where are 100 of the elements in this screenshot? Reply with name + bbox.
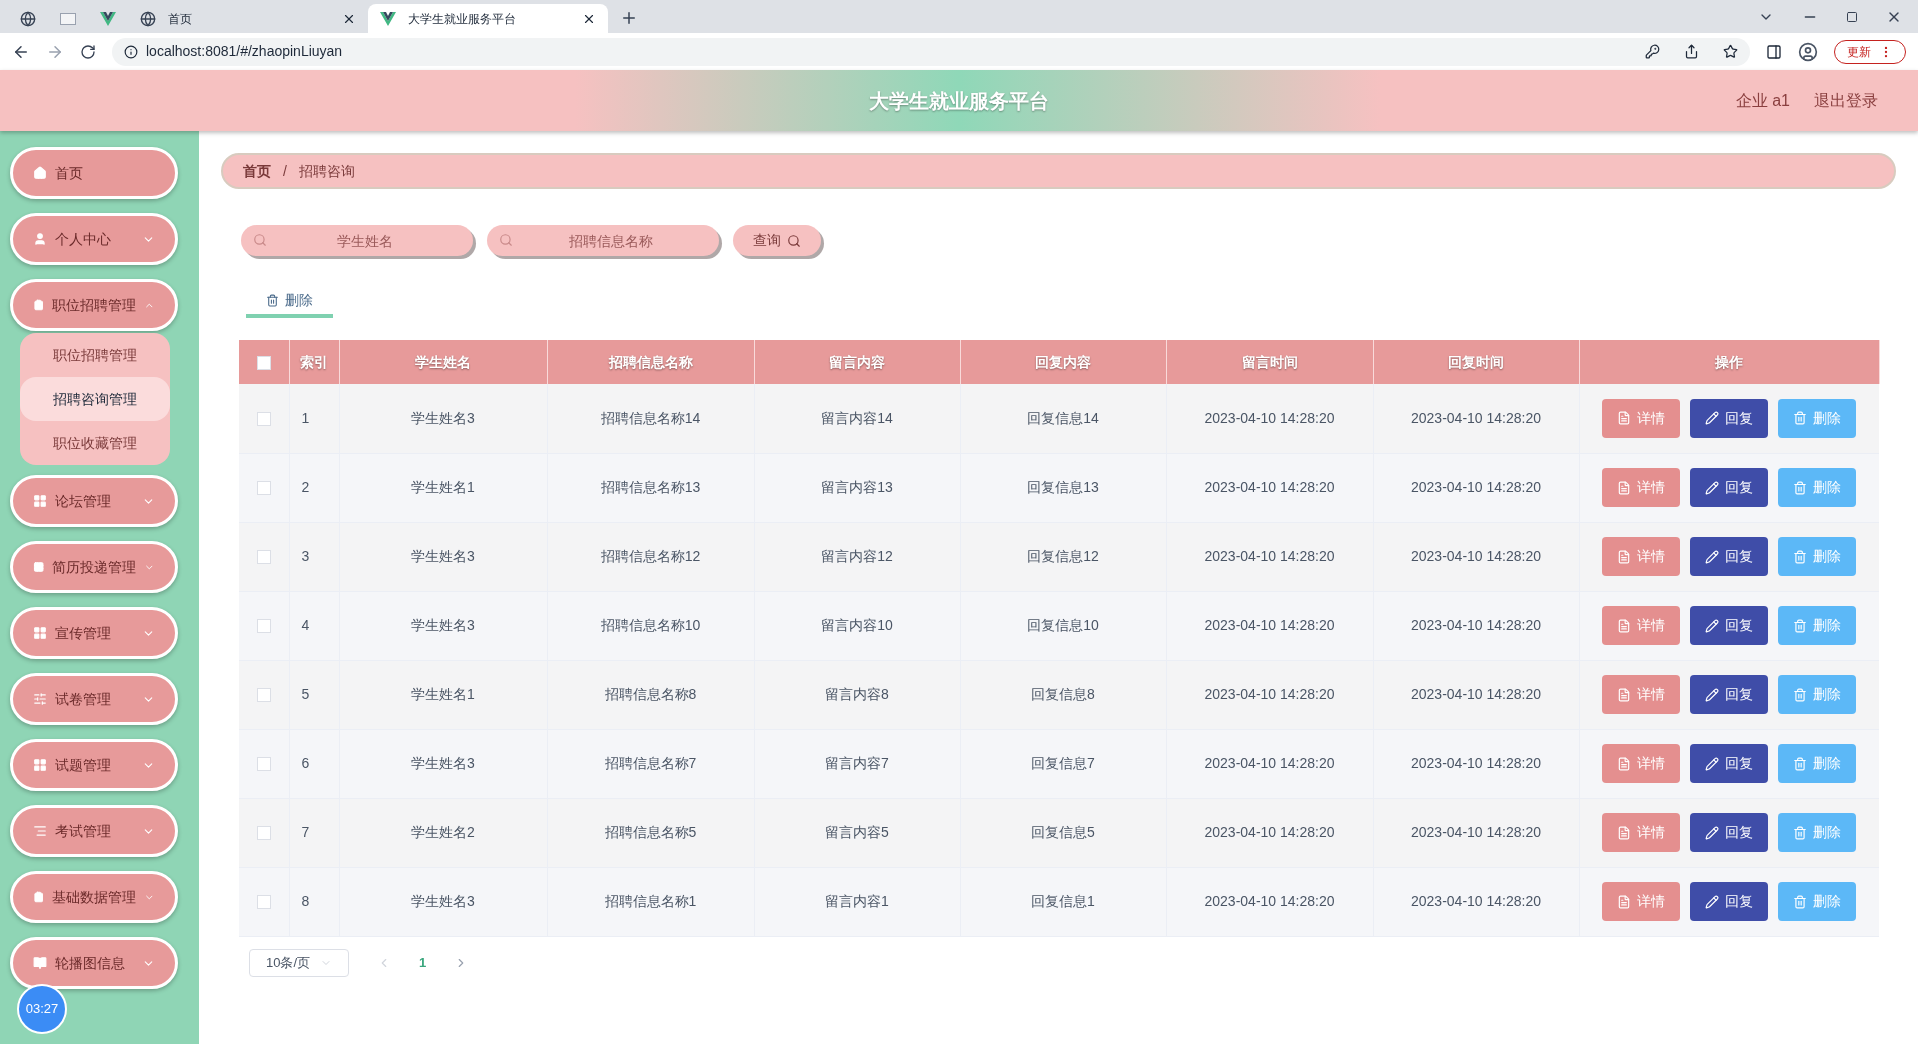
reply-button[interactable]: 回复	[1690, 606, 1769, 645]
table-cell: 留言内容13	[821, 479, 893, 495]
sidebar-item[interactable]: 首页	[10, 147, 178, 199]
submenu-item[interactable]: 职位招聘管理	[20, 333, 170, 377]
reply-button[interactable]: 回复	[1690, 468, 1769, 507]
share-icon[interactable]	[1684, 44, 1699, 59]
star-icon[interactable]	[1723, 44, 1738, 59]
sidebar-item[interactable]: 试卷管理	[10, 673, 178, 725]
breadcrumb-item[interactable]: 招聘咨询	[298, 160, 355, 182]
reload-icon[interactable]	[80, 43, 96, 60]
table-cell: 留言内容14	[821, 409, 893, 426]
row-checkbox[interactable]	[256, 619, 271, 634]
delete-tab-button[interactable]: 删除	[246, 286, 333, 318]
sidebar-item[interactable]: 考试管理	[10, 805, 178, 857]
trash-icon	[266, 293, 279, 307]
reply-button[interactable]: 回复	[1690, 882, 1769, 921]
query-button[interactable]: 查询	[733, 225, 821, 256]
table-cell: 2023-04-10 14:28:20	[1411, 479, 1541, 495]
breadcrumb-separator: /	[283, 161, 287, 181]
search-icon	[253, 233, 267, 247]
sidebar-item[interactable]: 论坛管理	[10, 475, 178, 527]
table-cell: 回复信息5	[1031, 824, 1095, 840]
sidebar-item[interactable]: 职位招聘管理	[10, 279, 178, 331]
search-icon	[499, 233, 513, 247]
row-checkbox[interactable]	[256, 481, 271, 496]
table-cell: 1	[301, 409, 310, 426]
table-cell: 回复信息13	[1027, 479, 1099, 495]
document-icon	[1617, 687, 1632, 702]
lines-icon	[33, 824, 47, 838]
address-bar[interactable]: localhost:8081/#/zhaopinLiuyan	[112, 37, 1750, 66]
table-cell: 2023-04-10 14:28:20	[1204, 409, 1335, 426]
restore-icon[interactable]	[1846, 11, 1858, 23]
table-cell: 2	[301, 479, 310, 495]
logout-link[interactable]: 退出登录	[1814, 88, 1878, 113]
column-header: 操作	[1715, 353, 1743, 370]
table-cell: 留言内容7	[825, 755, 889, 771]
sliders-icon	[33, 692, 47, 706]
home-icon	[33, 166, 47, 180]
pencil-icon	[1705, 618, 1720, 633]
row-checkbox[interactable]	[256, 895, 271, 910]
column-header: 留言时间	[1241, 353, 1298, 370]
search-field[interactable]: 学生姓名	[241, 225, 473, 256]
submenu-item[interactable]: 职位收藏管理	[20, 421, 170, 465]
page-icon	[60, 12, 76, 25]
reply-button[interactable]: 回复	[1690, 675, 1769, 714]
reply-button[interactable]: 回复	[1690, 813, 1769, 852]
trash-icon	[1793, 756, 1808, 771]
submenu-item[interactable]: 招聘咨询管理	[20, 377, 170, 421]
sidebar-item[interactable]: 轮播图信息	[10, 937, 178, 989]
column-header: 留言内容	[829, 353, 885, 370]
pencil-icon	[1705, 549, 1720, 564]
profile-icon[interactable]	[1798, 41, 1818, 62]
browser-tab[interactable]: 首页	[128, 4, 368, 33]
table-cell: 2023-04-10 14:28:20	[1204, 686, 1335, 702]
select-all-checkbox[interactable]	[256, 355, 271, 370]
row-checkbox[interactable]	[256, 550, 271, 565]
document-icon	[1617, 825, 1632, 840]
table-cell: 招聘信息名称13	[600, 479, 701, 495]
tab-title: 首页	[168, 10, 193, 28]
table-cell: 学生姓名3	[411, 755, 475, 771]
trash-icon	[1793, 411, 1808, 426]
reply-button[interactable]: 回复	[1690, 398, 1769, 438]
table-cell: 2023-04-10 14:28:20	[1411, 686, 1541, 702]
sidebar-item[interactable]: 基础数据管理	[10, 871, 178, 923]
table-cell: 学生姓名3	[411, 548, 475, 564]
row-checkbox[interactable]	[256, 688, 271, 703]
trash-icon	[1793, 825, 1808, 840]
key-icon[interactable]	[1645, 44, 1660, 59]
table-cell: 招聘信息名称10	[600, 617, 701, 633]
breadcrumb-item[interactable]: 首页	[243, 160, 271, 182]
sidebar-item[interactable]: 宣传管理	[10, 607, 178, 659]
sidebar-item[interactable]: 试题管理	[10, 739, 178, 791]
row-checkbox[interactable]	[256, 757, 271, 772]
user-icon	[33, 232, 47, 246]
row-checkbox[interactable]	[256, 826, 271, 841]
browser-tab[interactable]: 大学生就业服务平台	[368, 4, 608, 33]
side-panel-icon[interactable]	[1766, 43, 1782, 60]
pencil-icon	[1705, 411, 1720, 426]
table-cell: 学生姓名3	[411, 409, 475, 426]
search-field[interactable]: 招聘信息名称	[487, 225, 719, 256]
table-cell: 回复信息12	[1027, 548, 1099, 564]
table-cell: 学生姓名3	[411, 893, 475, 909]
table-cell: 2023-04-10 14:28:20	[1204, 479, 1335, 495]
table-cell: 招聘信息名称5	[604, 824, 697, 840]
new-tab-icon[interactable]	[620, 9, 638, 27]
table-cell: 留言内容5	[825, 824, 889, 840]
row-checkbox[interactable]	[256, 412, 271, 427]
tab-title: 大学生就业服务平台	[408, 10, 517, 28]
v-logo-icon	[100, 11, 116, 26]
page-number[interactable]: 1	[419, 952, 427, 973]
sidebar-item[interactable]: 个人中心	[10, 213, 178, 265]
reply-button[interactable]: 回复	[1690, 744, 1769, 783]
table-cell: 2023-04-10 14:28:20	[1411, 893, 1541, 909]
table-cell: 3	[301, 548, 310, 564]
sidebar-item[interactable]: 简历投递管理	[10, 541, 178, 593]
reply-button[interactable]: 回复	[1690, 537, 1769, 576]
table-cell: 2023-04-10 14:28:20	[1411, 409, 1541, 426]
table-cell: 学生姓名2	[411, 824, 475, 840]
page-size-select[interactable]: 10条/页	[249, 948, 349, 977]
table-cell: 学生姓名1	[411, 479, 475, 495]
